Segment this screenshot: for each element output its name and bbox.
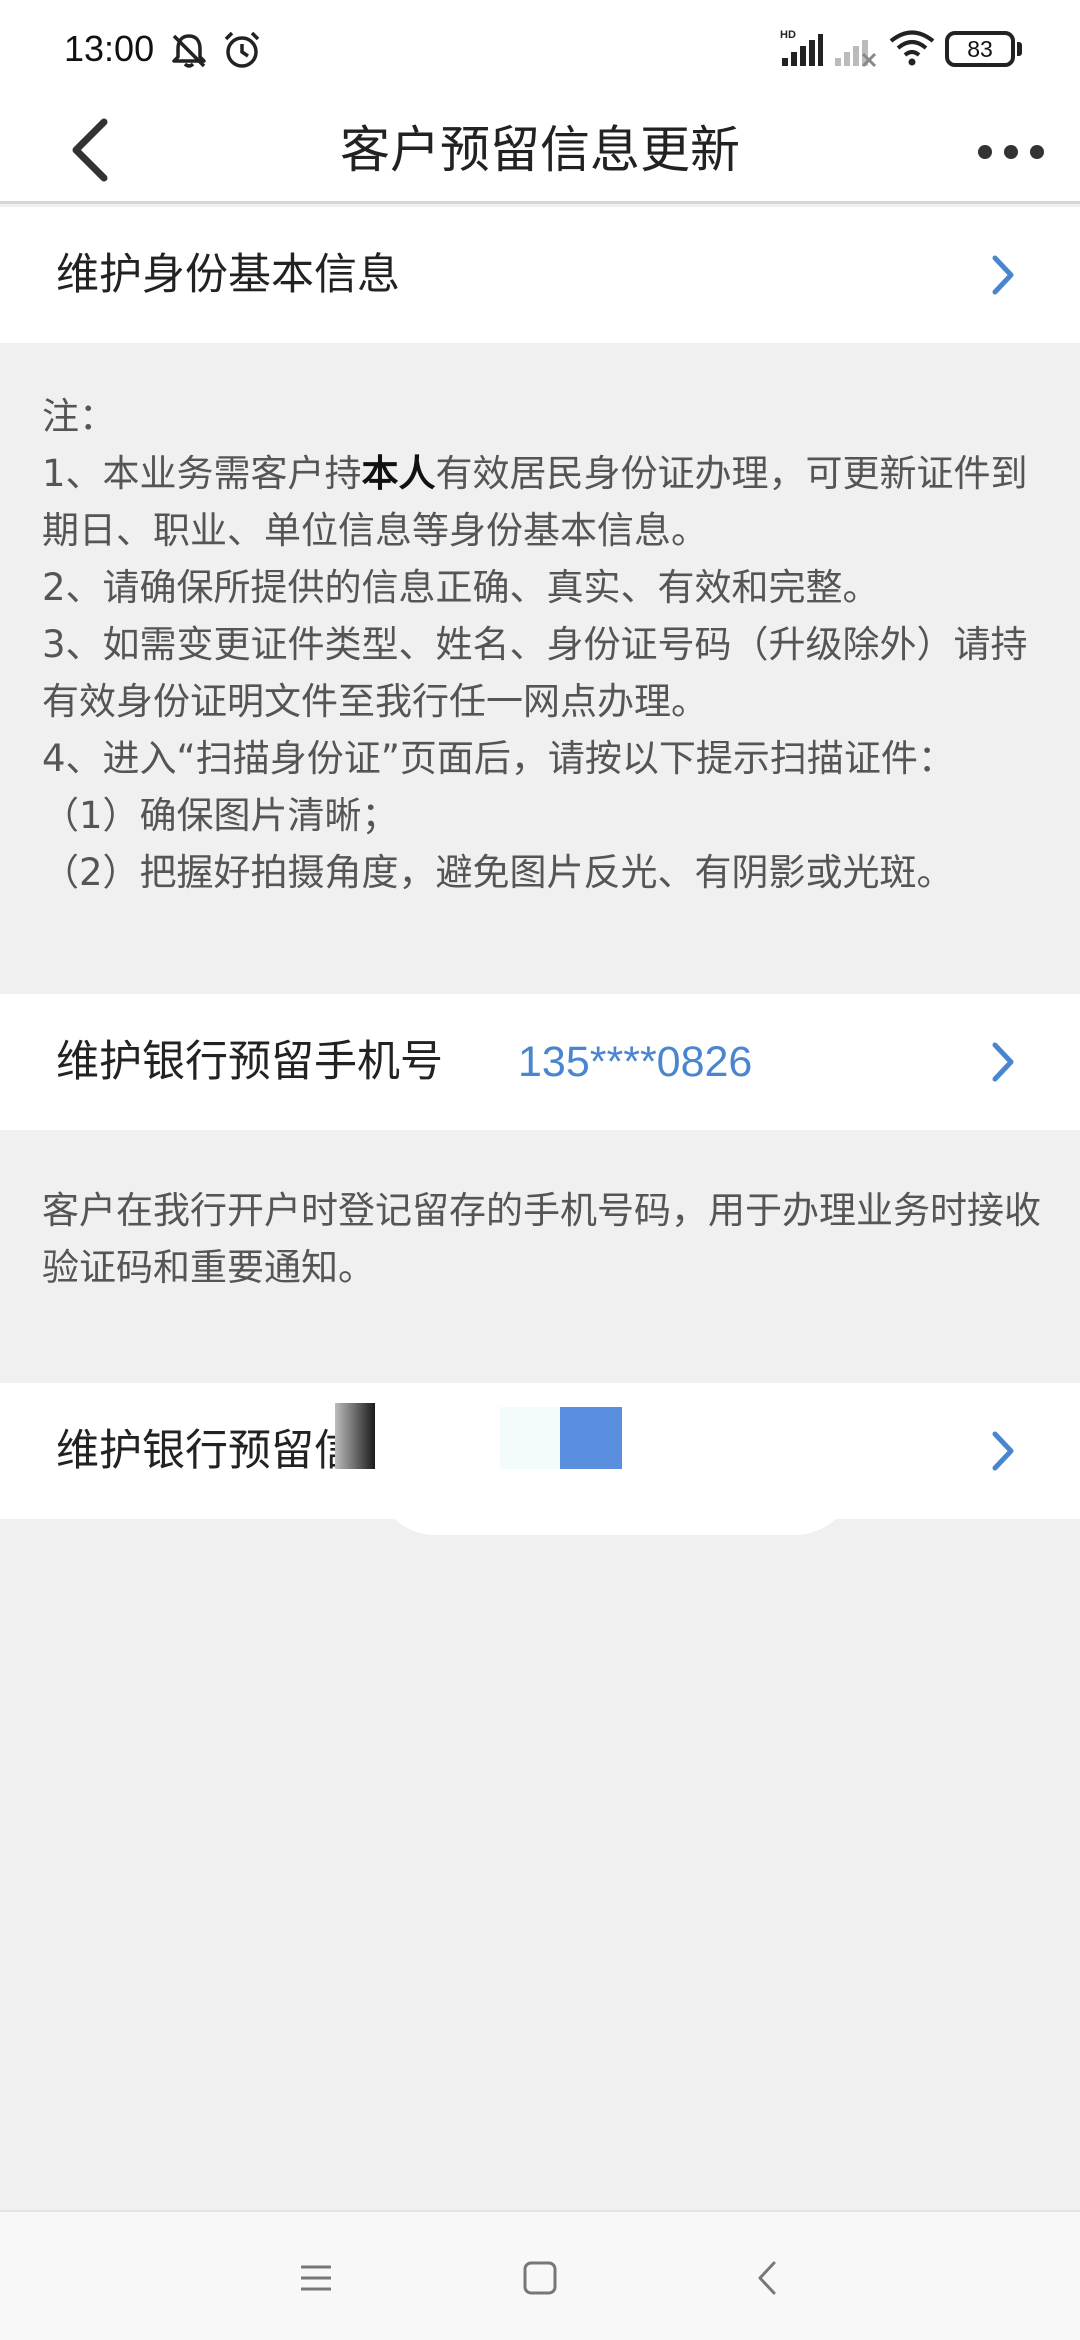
notes-heading: 注： bbox=[42, 395, 116, 438]
back-button[interactable] bbox=[60, 114, 120, 186]
battery-indicator: 83 bbox=[945, 31, 1015, 67]
maintain-phone-label: 维护银行预留手机号 bbox=[56, 1037, 443, 1087]
menu-icon[interactable] bbox=[296, 2258, 336, 2298]
chevron-right-icon bbox=[992, 1431, 1014, 1471]
obscured-tint bbox=[500, 1407, 560, 1469]
no-signal-icon bbox=[835, 40, 877, 68]
status-time: 13:00 bbox=[64, 28, 155, 69]
network-badge: HD bbox=[780, 29, 796, 41]
notes-item-4: 4、进入“扫描身份证”页面后，请按以下提示扫描证件： bbox=[42, 737, 955, 780]
notes-item-2: 2、请确保所提供的信息正确、真实、有效和完整。 bbox=[42, 566, 880, 609]
wifi-icon bbox=[889, 30, 935, 66]
notes-item-1: 1、本业务需客户持本人有效居民身份证办理，可更新证件到期日、职业、单位信息等身份… bbox=[42, 445, 1042, 559]
obscured-edge bbox=[335, 1403, 375, 1469]
hd-signal-icon: HD bbox=[780, 29, 823, 66]
chevron-left-icon bbox=[72, 118, 108, 182]
maintain-identity-label: 维护身份基本信息 bbox=[56, 250, 400, 300]
maintain-identity-row[interactable]: 维护身份基本信息 bbox=[0, 207, 1080, 343]
screen: 13:00 HD 83 客户预留信息更新 维护身份基本信息 注： 1、本业务需客… bbox=[0, 0, 1080, 2340]
back-icon[interactable] bbox=[748, 2258, 788, 2298]
more-button[interactable] bbox=[975, 132, 1055, 172]
bell-off-icon bbox=[172, 34, 206, 68]
notes-item-1-prefix: 1、本业务需客户持 bbox=[42, 452, 362, 495]
chevron-right-icon bbox=[992, 255, 1014, 295]
notes-item-3: 3、如需变更证件类型、姓名、身份证号码（升级除外）请持有效身份证明文件至我行任一… bbox=[42, 623, 1028, 723]
notes-section: 注： 1、本业务需客户持本人有效居民身份证办理，可更新证件到期日、职业、单位信息… bbox=[42, 388, 1042, 901]
home-icon[interactable] bbox=[520, 2258, 560, 2298]
obscured-blue-block bbox=[560, 1407, 622, 1469]
chevron-right-icon bbox=[992, 1042, 1014, 1082]
maintain-phone-row[interactable]: 维护银行预留手机号 135****0826 bbox=[0, 994, 1080, 1130]
header: 客户预留信息更新 bbox=[0, 96, 1080, 204]
page-title: 客户预留信息更新 bbox=[340, 121, 740, 179]
system-nav-bar bbox=[0, 2210, 1080, 2340]
more-horizontal-icon bbox=[978, 145, 1044, 159]
notes-item-4-sub-2: （2）把握好拍摄角度，避免图片反光、有阴影或光斑。 bbox=[42, 851, 954, 894]
notes-item-1-bold: 本人 bbox=[361, 452, 436, 495]
status-bar: 13:00 HD 83 bbox=[0, 0, 1080, 96]
phone-description: 客户在我行开户时登记留存的手机号码，用于办理业务时接收验证码和重要通知。 bbox=[42, 1189, 1041, 1289]
notes-item-4-sub-1: （1）确保图片清晰； bbox=[42, 794, 399, 837]
phone-number-value: 135****0826 bbox=[518, 1038, 753, 1086]
maintain-info-label: 维护银行预留信 bbox=[56, 1426, 357, 1476]
alarm-clock-icon bbox=[224, 31, 260, 68]
battery-tip bbox=[1017, 42, 1022, 56]
